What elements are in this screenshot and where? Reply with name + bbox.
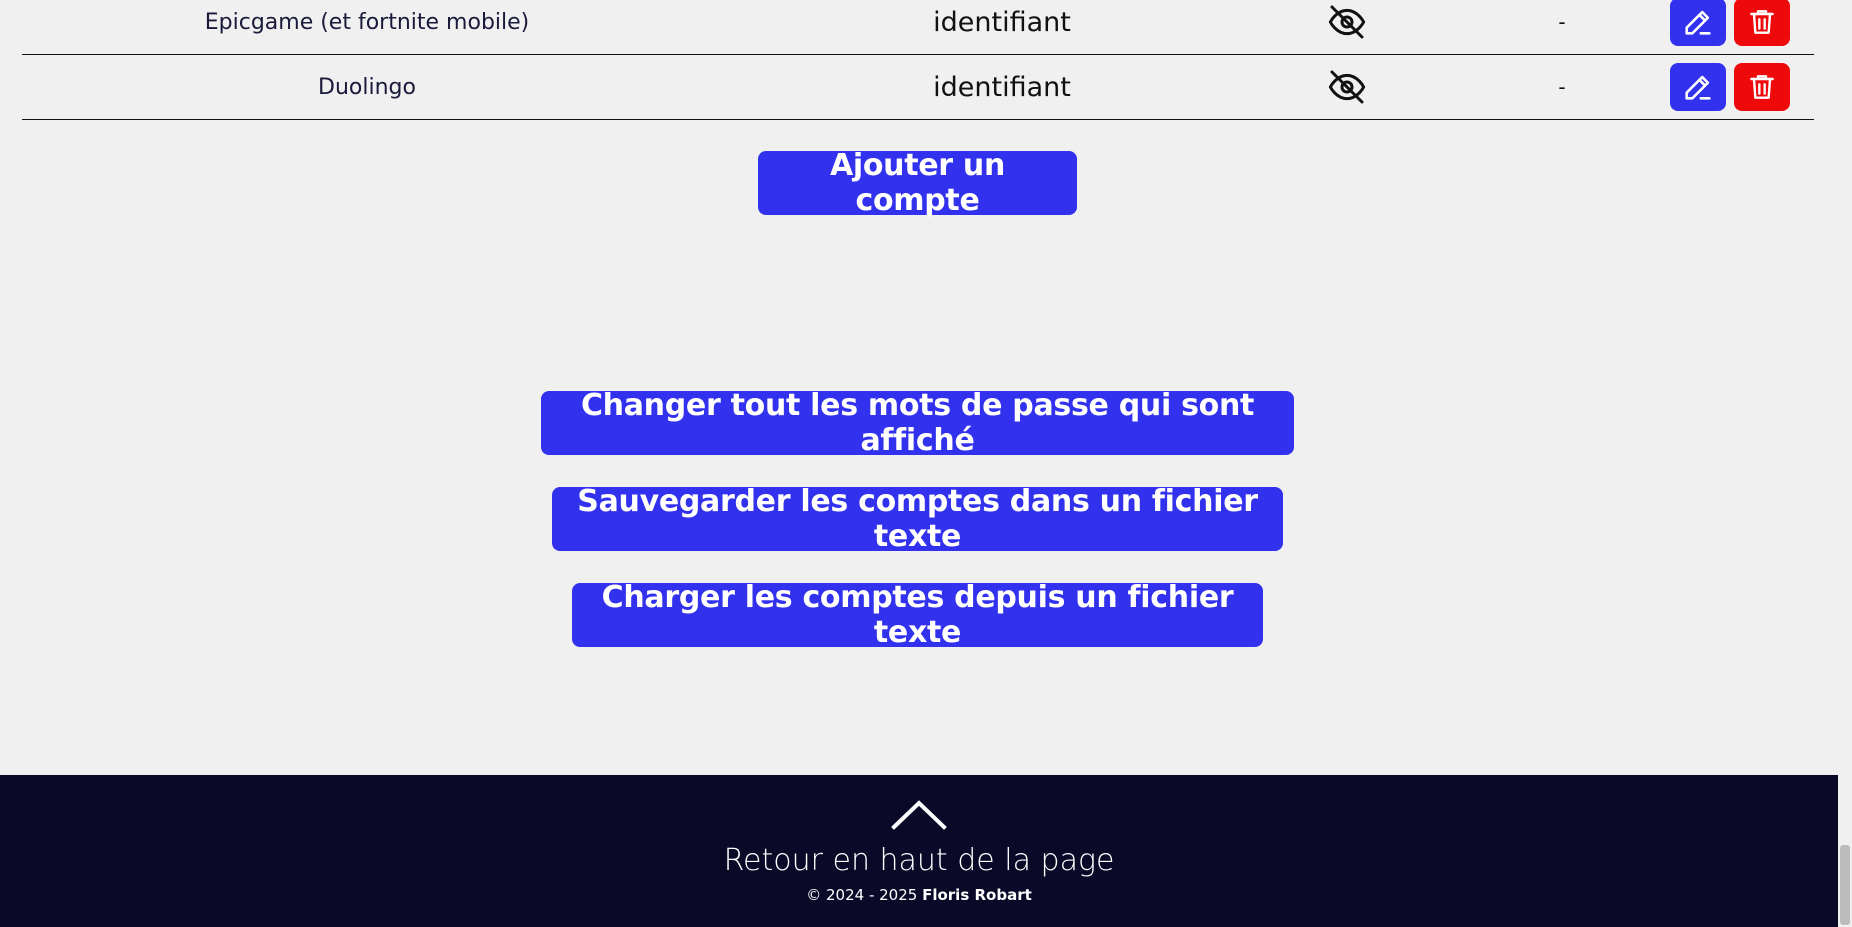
delete-button[interactable]	[1734, 63, 1790, 111]
save-accounts-button[interactable]: Sauvegarder les comptes dans un fichier …	[552, 484, 1283, 554]
trash-icon	[1750, 75, 1774, 99]
trash-icon	[1750, 10, 1774, 34]
account-identifier: identifiant	[933, 6, 1071, 38]
copyright: © 2024 - 2025 Floris Robart	[0, 886, 1838, 904]
account-name: Epicgame (et fortnite mobile)	[204, 9, 530, 35]
change-passwords-button[interactable]: Changer tout les mots de passe qui sont …	[541, 388, 1294, 458]
load-accounts-button[interactable]: Charger les comptes depuis un fichier te…	[572, 580, 1263, 650]
add-account-button[interactable]: Ajouter un compte	[758, 148, 1077, 218]
accounts-table: Epicgame (et fortnite mobile) identifian…	[22, 0, 1814, 130]
eye-off-icon[interactable]	[1327, 67, 1367, 107]
footer: Retour en haut de la page © 2024 - 2025 …	[0, 775, 1838, 927]
scrollbar[interactable]	[1838, 0, 1852, 927]
pencil-icon	[1685, 75, 1711, 100]
toggle-password-visibility[interactable]	[1292, 0, 1402, 54]
row-actions	[1670, 0, 1810, 54]
account-name: Duolingo	[318, 74, 416, 100]
chevron-up-icon[interactable]	[890, 797, 948, 831]
table-row: Epicgame (et fortnite mobile) identifian…	[22, 0, 1814, 55]
scrollbar-thumb[interactable]	[1840, 845, 1850, 925]
delete-button[interactable]	[1734, 0, 1790, 46]
back-to-top-label: Retour en haut de la page	[723, 843, 1115, 878]
edit-button[interactable]	[1670, 63, 1726, 111]
edit-button[interactable]	[1670, 0, 1726, 46]
pencil-icon	[1685, 10, 1711, 35]
copyright-text: © 2024 - 2025	[806, 886, 918, 904]
table-row: Duolingo identifiant -	[22, 55, 1814, 120]
account-identifier: identifiant	[933, 71, 1071, 103]
row-actions	[1670, 55, 1810, 119]
author-name: Floris Robart	[922, 886, 1032, 904]
eye-off-icon[interactable]	[1327, 2, 1367, 42]
toggle-password-visibility[interactable]	[1292, 55, 1402, 119]
back-to-top-link[interactable]: Retour en haut de la page	[709, 775, 1129, 878]
